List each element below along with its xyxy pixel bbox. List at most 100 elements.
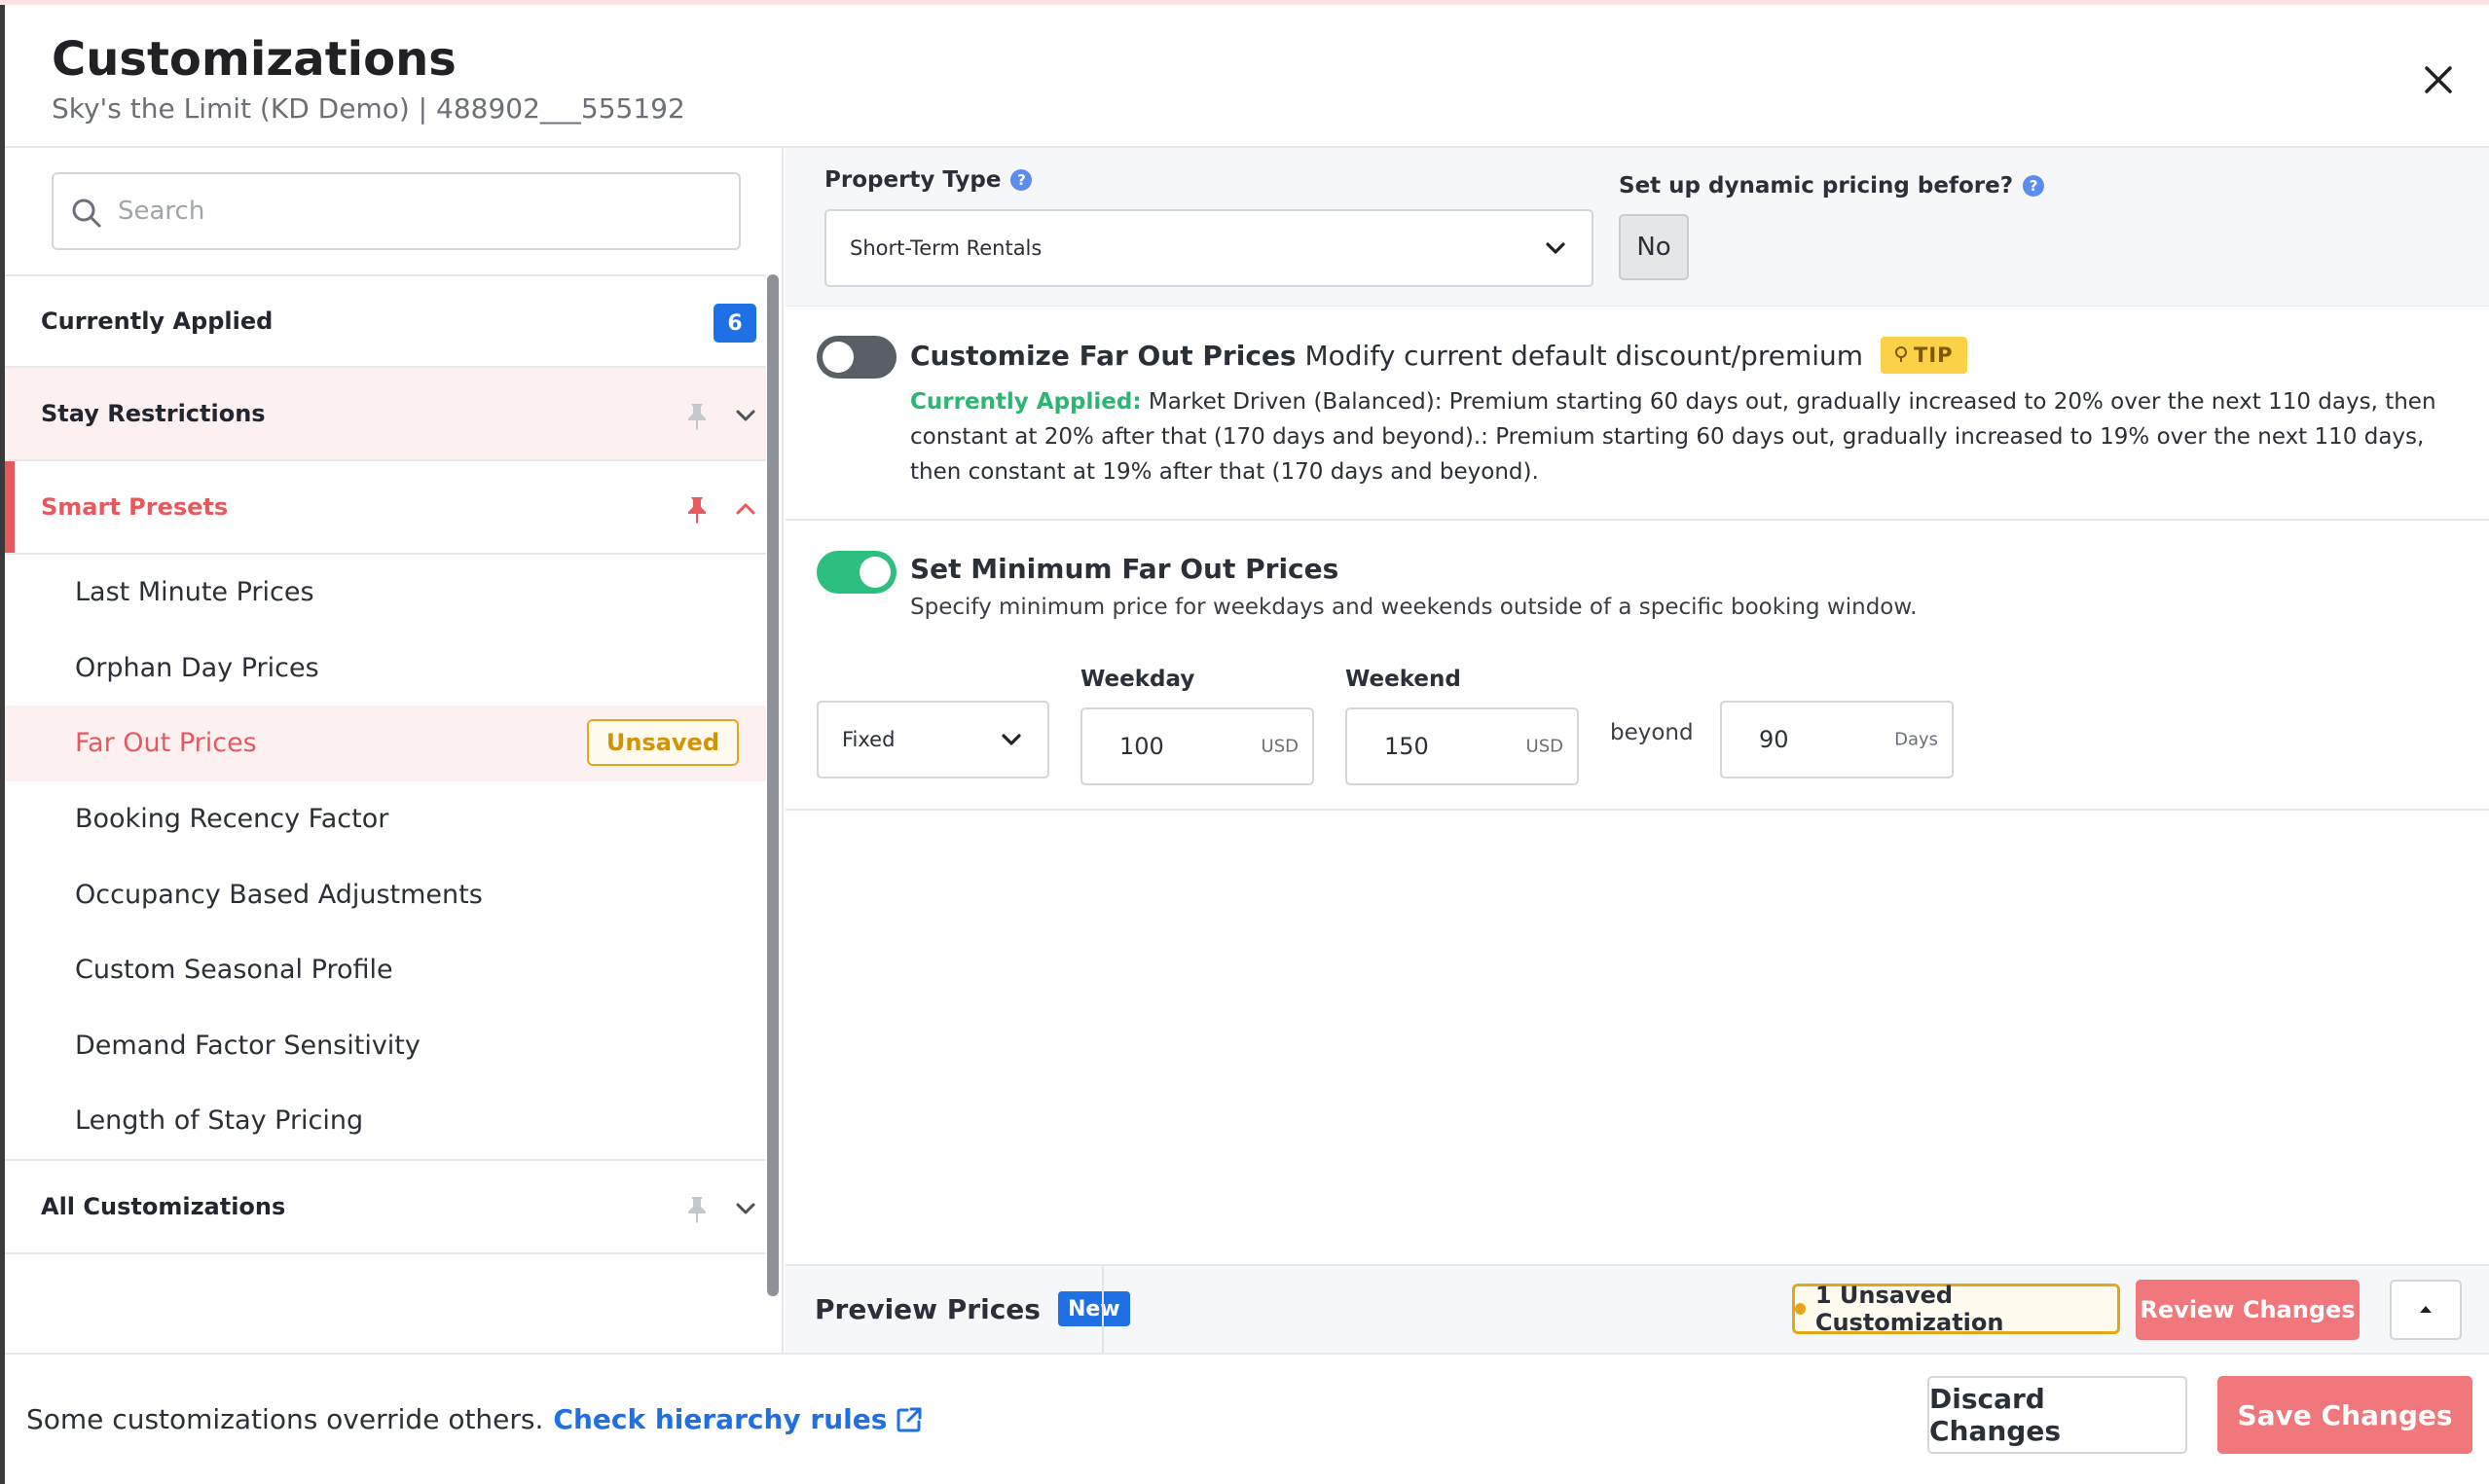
modal-header: Customizations Sky's the Limit (KD Demo)… xyxy=(5,5,2489,148)
pin-icon[interactable] xyxy=(684,1195,710,1224)
page-title: Customizations xyxy=(52,32,457,87)
preview-prices-toggle[interactable]: Preview Prices New xyxy=(815,1266,1130,1352)
divider xyxy=(1102,1266,1104,1353)
search-icon xyxy=(72,199,101,228)
close-icon xyxy=(2425,66,2452,93)
smart-presets-list: Last Minute Prices Orphan Day Prices Far… xyxy=(5,555,766,1161)
save-changes-button[interactable]: Save Changes xyxy=(2217,1376,2472,1454)
tip-badge[interactable]: TIP xyxy=(1881,337,1967,374)
dynamic-pricing-label-text: Set up dynamic pricing before? xyxy=(1619,173,2014,199)
weekday-price-input[interactable]: 100 USD xyxy=(1080,707,1314,785)
preview-title: Preview Prices xyxy=(815,1292,1041,1325)
preset-label: Demand Factor Sensitivity xyxy=(75,1030,421,1061)
section-smart-presets[interactable]: Smart Presets xyxy=(5,461,766,555)
unsaved-customization-count[interactable]: 1 Unsaved Customization xyxy=(1792,1282,2120,1336)
preset-label: Custom Seasonal Profile xyxy=(75,955,393,986)
weekend-price-input[interactable]: 150 USD xyxy=(1345,707,1579,785)
property-settings-panel: Property Type ? Short-Term Rentals Set u… xyxy=(786,148,2489,307)
option-title-rest: Modify current default discount/premium xyxy=(1304,339,1864,372)
sidebar-scrollbar[interactable] xyxy=(767,274,779,1296)
scrollbar-thumb[interactable] xyxy=(767,274,779,1296)
min-far-out-description: Specify minimum price for weekdays and w… xyxy=(910,595,1918,620)
main-panel: Property Type ? Short-Term Rentals Set u… xyxy=(786,148,2489,1353)
pricing-mode-value: Fixed xyxy=(842,728,896,751)
help-icon[interactable]: ? xyxy=(2023,175,2045,197)
weekday-currency: USD xyxy=(1261,736,1299,757)
preset-occupancy-based-adjustments[interactable]: Occupancy Based Adjustments xyxy=(5,856,766,932)
property-type-value: Short-Term Rentals xyxy=(850,236,1043,260)
hierarchy-rules-link[interactable]: Check hierarchy rules xyxy=(553,1403,924,1435)
weekend-price-value: 150 xyxy=(1384,733,1429,760)
external-link-icon xyxy=(897,1407,922,1431)
preset-label: Last Minute Prices xyxy=(75,577,314,608)
preset-far-out-prices[interactable]: Far Out Prices Unsaved xyxy=(5,706,766,781)
review-changes-button[interactable]: Review Changes xyxy=(2136,1280,2360,1340)
min-far-out-title: Set Minimum Far Out Prices xyxy=(910,544,1338,593)
unsaved-badge: Unsaved xyxy=(586,719,739,767)
preset-label: Length of Stay Pricing xyxy=(75,1105,364,1137)
help-icon[interactable]: ? xyxy=(1010,169,1033,191)
hierarchy-rules-link-text: Check hierarchy rules xyxy=(553,1403,888,1435)
modal-footer: Some customizations override others. Che… xyxy=(5,1353,2489,1484)
warning-dot-icon xyxy=(1795,1303,1806,1315)
preset-length-of-stay-pricing[interactable]: Length of Stay Pricing xyxy=(5,1083,766,1159)
customization-nav: Currently Applied 6 Stay Restrictions Sm… xyxy=(5,274,766,1254)
preset-label: Occupancy Based Adjustments xyxy=(75,879,483,910)
preset-label: Far Out Prices xyxy=(75,728,257,759)
hierarchy-note-text: Some customizations override others. xyxy=(26,1403,544,1435)
weekend-currency: USD xyxy=(1525,736,1563,757)
preset-last-minute-prices[interactable]: Last Minute Prices xyxy=(5,555,766,631)
preset-booking-recency-factor[interactable]: Booking Recency Factor xyxy=(5,781,766,857)
chevron-down-icon[interactable] xyxy=(731,401,760,430)
chevron-down-icon xyxy=(1002,734,1021,745)
customize-far-out-title: Customize Far Out Prices Modify current … xyxy=(910,328,1967,382)
weekday-label: Weekday xyxy=(1080,667,1195,692)
preset-label: Orphan Day Prices xyxy=(75,652,319,683)
option-title-bold: Set Minimum Far Out Prices xyxy=(910,552,1339,585)
chevron-up-icon[interactable] xyxy=(731,494,760,524)
section-currently-applied[interactable]: Currently Applied 6 xyxy=(5,274,766,368)
caret-up-icon xyxy=(2420,1306,2432,1313)
search-box[interactable] xyxy=(52,172,741,250)
pin-icon[interactable] xyxy=(684,495,710,525)
section-label: All Customizations xyxy=(41,1192,286,1220)
property-type-label-text: Property Type xyxy=(824,167,1002,193)
dynamic-pricing-no-button[interactable]: No xyxy=(1619,214,1689,280)
booking-window-days-input[interactable]: 90 Days xyxy=(1720,701,1954,778)
search-input[interactable] xyxy=(118,186,702,236)
chevron-down-icon xyxy=(1546,242,1565,254)
days-unit: Days xyxy=(1894,729,1938,750)
customize-far-out-toggle[interactable] xyxy=(817,336,897,379)
pricing-mode-select[interactable]: Fixed xyxy=(817,701,1049,778)
sidebar: Currently Applied 6 Stay Restrictions Sm… xyxy=(5,148,784,1353)
preset-demand-factor-sensitivity[interactable]: Demand Factor Sensitivity xyxy=(5,1008,766,1084)
section-all-customizations[interactable]: All Customizations xyxy=(5,1161,766,1254)
toggle-knob xyxy=(860,557,891,588)
section-label: Smart Presets xyxy=(41,493,229,521)
tip-label: TIP xyxy=(1914,344,1954,367)
expand-preview-button[interactable] xyxy=(2390,1280,2462,1340)
weekday-price-value: 100 xyxy=(1119,733,1164,760)
property-subtitle: Sky's the Limit (KD Demo) | 488902___555… xyxy=(52,92,685,125)
close-button[interactable] xyxy=(2417,58,2460,101)
customize-far-out-section: Customize Far Out Prices Modify current … xyxy=(786,307,2489,521)
preset-custom-seasonal-profile[interactable]: Custom Seasonal Profile xyxy=(5,932,766,1008)
applied-count-badge: 6 xyxy=(714,304,756,343)
unsaved-count-label: 1 Unsaved Customization xyxy=(1814,1282,2004,1336)
beyond-label: beyond xyxy=(1610,720,1694,745)
currently-applied-text: Currently Applied: Market Driven (Balanc… xyxy=(910,384,2458,489)
new-badge: New xyxy=(1057,1291,1130,1326)
section-label: Currently Applied xyxy=(41,308,274,335)
preset-orphan-day-prices[interactable]: Orphan Day Prices xyxy=(5,631,766,706)
lightbulb-icon xyxy=(1895,346,1908,362)
min-far-out-toggle[interactable] xyxy=(817,551,897,594)
section-stay-restrictions[interactable]: Stay Restrictions xyxy=(5,368,766,461)
section-label: Stay Restrictions xyxy=(41,400,266,427)
pin-icon[interactable] xyxy=(684,402,710,431)
chevron-down-icon[interactable] xyxy=(731,1194,760,1223)
preview-prices-bar: Preview Prices New 1 Unsaved Customizati… xyxy=(786,1264,2489,1353)
property-type-select[interactable]: Short-Term Rentals xyxy=(824,209,1593,287)
property-type-label: Property Type ? xyxy=(824,167,1033,193)
discard-changes-button[interactable]: Discard Changes xyxy=(1927,1376,2187,1454)
booking-window-days-value: 90 xyxy=(1759,726,1789,753)
